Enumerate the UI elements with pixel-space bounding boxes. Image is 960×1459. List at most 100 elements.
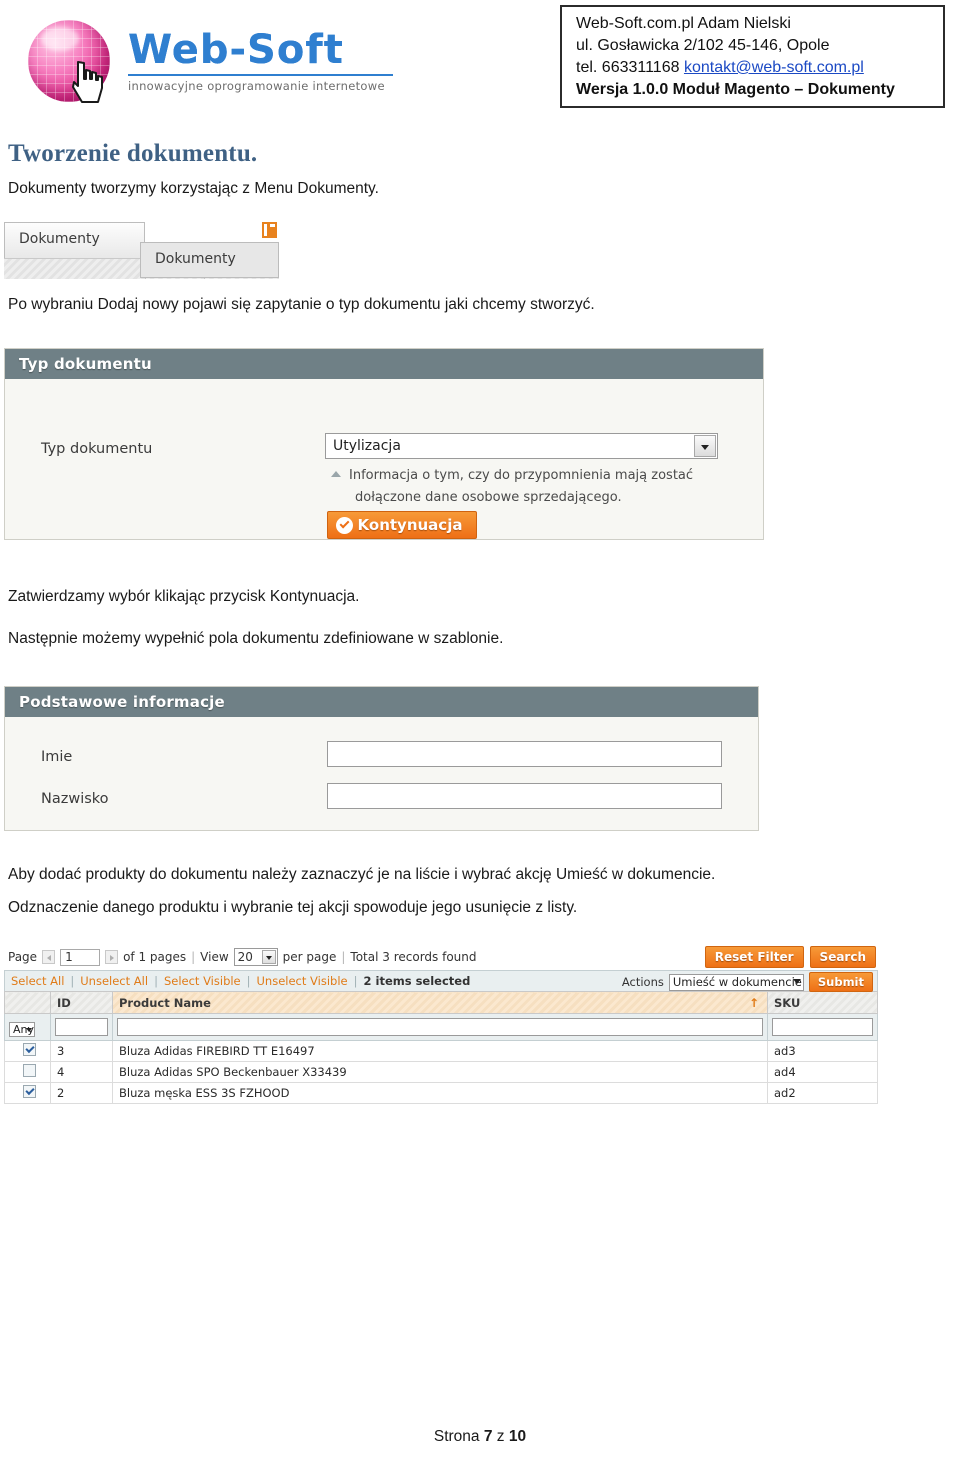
row-id: 2	[50, 1082, 113, 1104]
document-header: Web-Soft innowacyjne oprogramowanie inte…	[0, 0, 960, 120]
remove-products-paragraph: Odznaczenie danego produktu i wybranie t…	[8, 899, 578, 916]
check-circle-icon	[336, 517, 353, 534]
after-menu-paragraph: Po wybraniu Dodaj nowy pojawi się zapyta…	[8, 296, 595, 313]
confirm-paragraph: Zatwierdzamy wybór klikając przycisk Kon…	[8, 588, 360, 605]
product-table: ID Product Name ↑ SKU Any 3 Bluza Adidas…	[4, 991, 878, 1104]
hand-cursor-icon	[72, 61, 103, 103]
toolbar-divider: |	[341, 950, 346, 964]
menu-tab-dokumenty[interactable]: Dokumenty	[4, 222, 145, 258]
column-product-name[interactable]: Product Name ↑	[112, 991, 768, 1014]
contact-phone: tel. 663311168	[576, 59, 684, 76]
grid-toolbar: Page 1 of 1 pages | View 20 per page | T…	[4, 944, 878, 970]
first-name-input[interactable]	[327, 741, 722, 767]
table-header-row: ID Product Name ↑ SKU	[4, 991, 878, 1014]
logo-wordmark: Web-Soft innowacyjne oprogramowanie inte…	[128, 30, 398, 93]
filter-cell-id	[50, 1013, 113, 1041]
select-visible-link[interactable]: Select Visible	[164, 974, 241, 988]
grid-action-bar: Select All | Unselect All | Select Visib…	[4, 970, 878, 992]
sort-ascending-icon: ↑	[748, 996, 759, 1010]
selection-links: Select All | Unselect All | Select Visib…	[11, 974, 470, 988]
contact-company: Web-Soft.com.pl Adam Nielski	[576, 15, 791, 32]
row-checkbox-cell[interactable]	[4, 1061, 51, 1083]
column-id[interactable]: ID	[50, 991, 113, 1014]
select-all-link[interactable]: Select All	[11, 974, 64, 988]
total-records-label: Total 3 records found	[350, 950, 477, 964]
per-page-select[interactable]: 20	[233, 948, 278, 966]
row-id: 4	[50, 1061, 113, 1083]
contact-phone-email: tel. 663311168 kontakt@web-soft.com.pl	[576, 57, 933, 79]
type-panel-header: Typ dokumentu	[5, 349, 763, 379]
first-name-label: Imie	[41, 749, 73, 765]
contact-email-link[interactable]: kontakt@web-soft.com.pl	[684, 59, 864, 76]
web-soft-logo: Web-Soft innowacyjne oprogramowanie inte…	[10, 8, 410, 108]
document-type-select[interactable]: Utylizacja	[325, 433, 718, 459]
filter-cell-sku	[767, 1013, 878, 1041]
search-button[interactable]: Search	[809, 946, 876, 968]
hint-line-1: Informacja o tym, czy do przypomnienia m…	[349, 468, 694, 483]
fill-fields-paragraph: Następnie możemy wypełnić pola dokumentu…	[8, 630, 504, 647]
view-label: View	[200, 950, 229, 964]
row-id: 3	[50, 1040, 113, 1062]
product-name-filter-input[interactable]	[117, 1018, 763, 1036]
logo-wordmark-text: Web-Soft	[128, 27, 344, 73]
page-label: Page	[8, 950, 38, 964]
type-panel: Typ dokumentu Typ dokumentu Utylizacja I…	[4, 348, 764, 540]
selected-count-label: 2 items selected	[363, 974, 471, 988]
checkbox-filter-select[interactable]: Any	[9, 1021, 36, 1037]
page-title: Tworzenie dokumentu.	[8, 140, 258, 167]
prev-page-button[interactable]	[42, 950, 56, 964]
document-page: Web-Soft innowacyjne oprogramowanie inte…	[0, 0, 960, 1459]
continue-button[interactable]: Kontynuacja	[327, 511, 477, 539]
menu-tab-label: Dokumenty	[19, 231, 100, 247]
page-number-input[interactable]: 1	[60, 948, 101, 966]
continue-button-label: Kontynuacja	[357, 516, 463, 534]
reset-filter-button[interactable]: Reset Filter	[704, 946, 804, 968]
actions-select[interactable]: Umieść w dokumencie	[668, 973, 804, 991]
add-products-paragraph: Aby dodać produkty do dokumentu należy z…	[8, 866, 716, 883]
per-page-value: 20	[237, 950, 253, 964]
logo-rule	[128, 74, 393, 76]
basic-info-panel: Podstawowe informacje Imie Nazwisko	[4, 686, 759, 831]
row-checkbox[interactable]	[23, 1064, 36, 1077]
filter-cell-product-name	[112, 1013, 768, 1041]
table-row[interactable]: 3 Bluza Adidas FIREBIRD TT E16497 ad3	[4, 1040, 878, 1062]
toolbar-divider: |	[191, 950, 196, 964]
globe-highlight	[41, 26, 79, 52]
last-name-input[interactable]	[327, 783, 722, 809]
row-sku: ad4	[767, 1061, 878, 1083]
menu-dropdown-label: Dokumenty	[155, 251, 236, 267]
contact-info-box: Web-Soft.com.pl Adam Nielski ul. Gosławi…	[560, 5, 945, 108]
pagination-controls: Page 1 of 1 pages | View 20 per page | T…	[8, 948, 477, 966]
row-sku: ad3	[767, 1040, 878, 1062]
column-sku[interactable]: SKU	[767, 991, 878, 1014]
filter-row: Any	[4, 1013, 878, 1041]
chevron-down-icon	[26, 1027, 33, 1032]
id-filter-input[interactable]	[55, 1018, 108, 1036]
column-product-name-label: Product Name	[119, 995, 211, 1010]
row-checkbox-cell[interactable]	[4, 1040, 51, 1062]
table-row[interactable]: 4 Bluza Adidas SPO Beckenbauer X33439 ad…	[4, 1061, 878, 1083]
actions-value: Umieść w dokumencie	[672, 974, 802, 989]
logo-tagline: innowacyjne oprogramowanie internetowe	[128, 79, 385, 93]
last-name-label: Nazwisko	[41, 791, 109, 807]
menu-dropdown-item-dokumenty[interactable]: Dokumenty	[140, 242, 279, 278]
chevron-down-icon	[261, 950, 276, 964]
unselect-visible-link[interactable]: Unselect Visible	[257, 974, 348, 988]
type-panel-body: Typ dokumentu Utylizacja Informacja o ty…	[5, 379, 763, 539]
chevron-down-icon[interactable]	[694, 435, 716, 457]
row-checkbox-cell[interactable]	[4, 1082, 51, 1104]
link-divider: |	[70, 974, 75, 988]
type-field-hint: Informacja o tym, czy do przypomnienia m…	[331, 465, 749, 509]
link-divider: |	[353, 974, 358, 988]
row-sku: ad2	[767, 1082, 878, 1104]
chevron-down-icon	[792, 978, 801, 984]
row-checkbox[interactable]	[23, 1043, 36, 1056]
next-page-button[interactable]	[105, 950, 119, 964]
unselect-all-link[interactable]: Unselect All	[80, 974, 148, 988]
version-module: Wersja 1.0.0 Moduł Magento – Dokumenty	[576, 81, 895, 98]
sku-filter-input[interactable]	[772, 1018, 873, 1036]
grid-toolbar-buttons: Reset Filter Search	[704, 946, 876, 968]
row-checkbox[interactable]	[23, 1085, 36, 1098]
table-row[interactable]: 2 Bluza męska ESS 3S FZHOOD ad2	[4, 1082, 878, 1104]
submit-button[interactable]: Submit	[808, 972, 873, 992]
